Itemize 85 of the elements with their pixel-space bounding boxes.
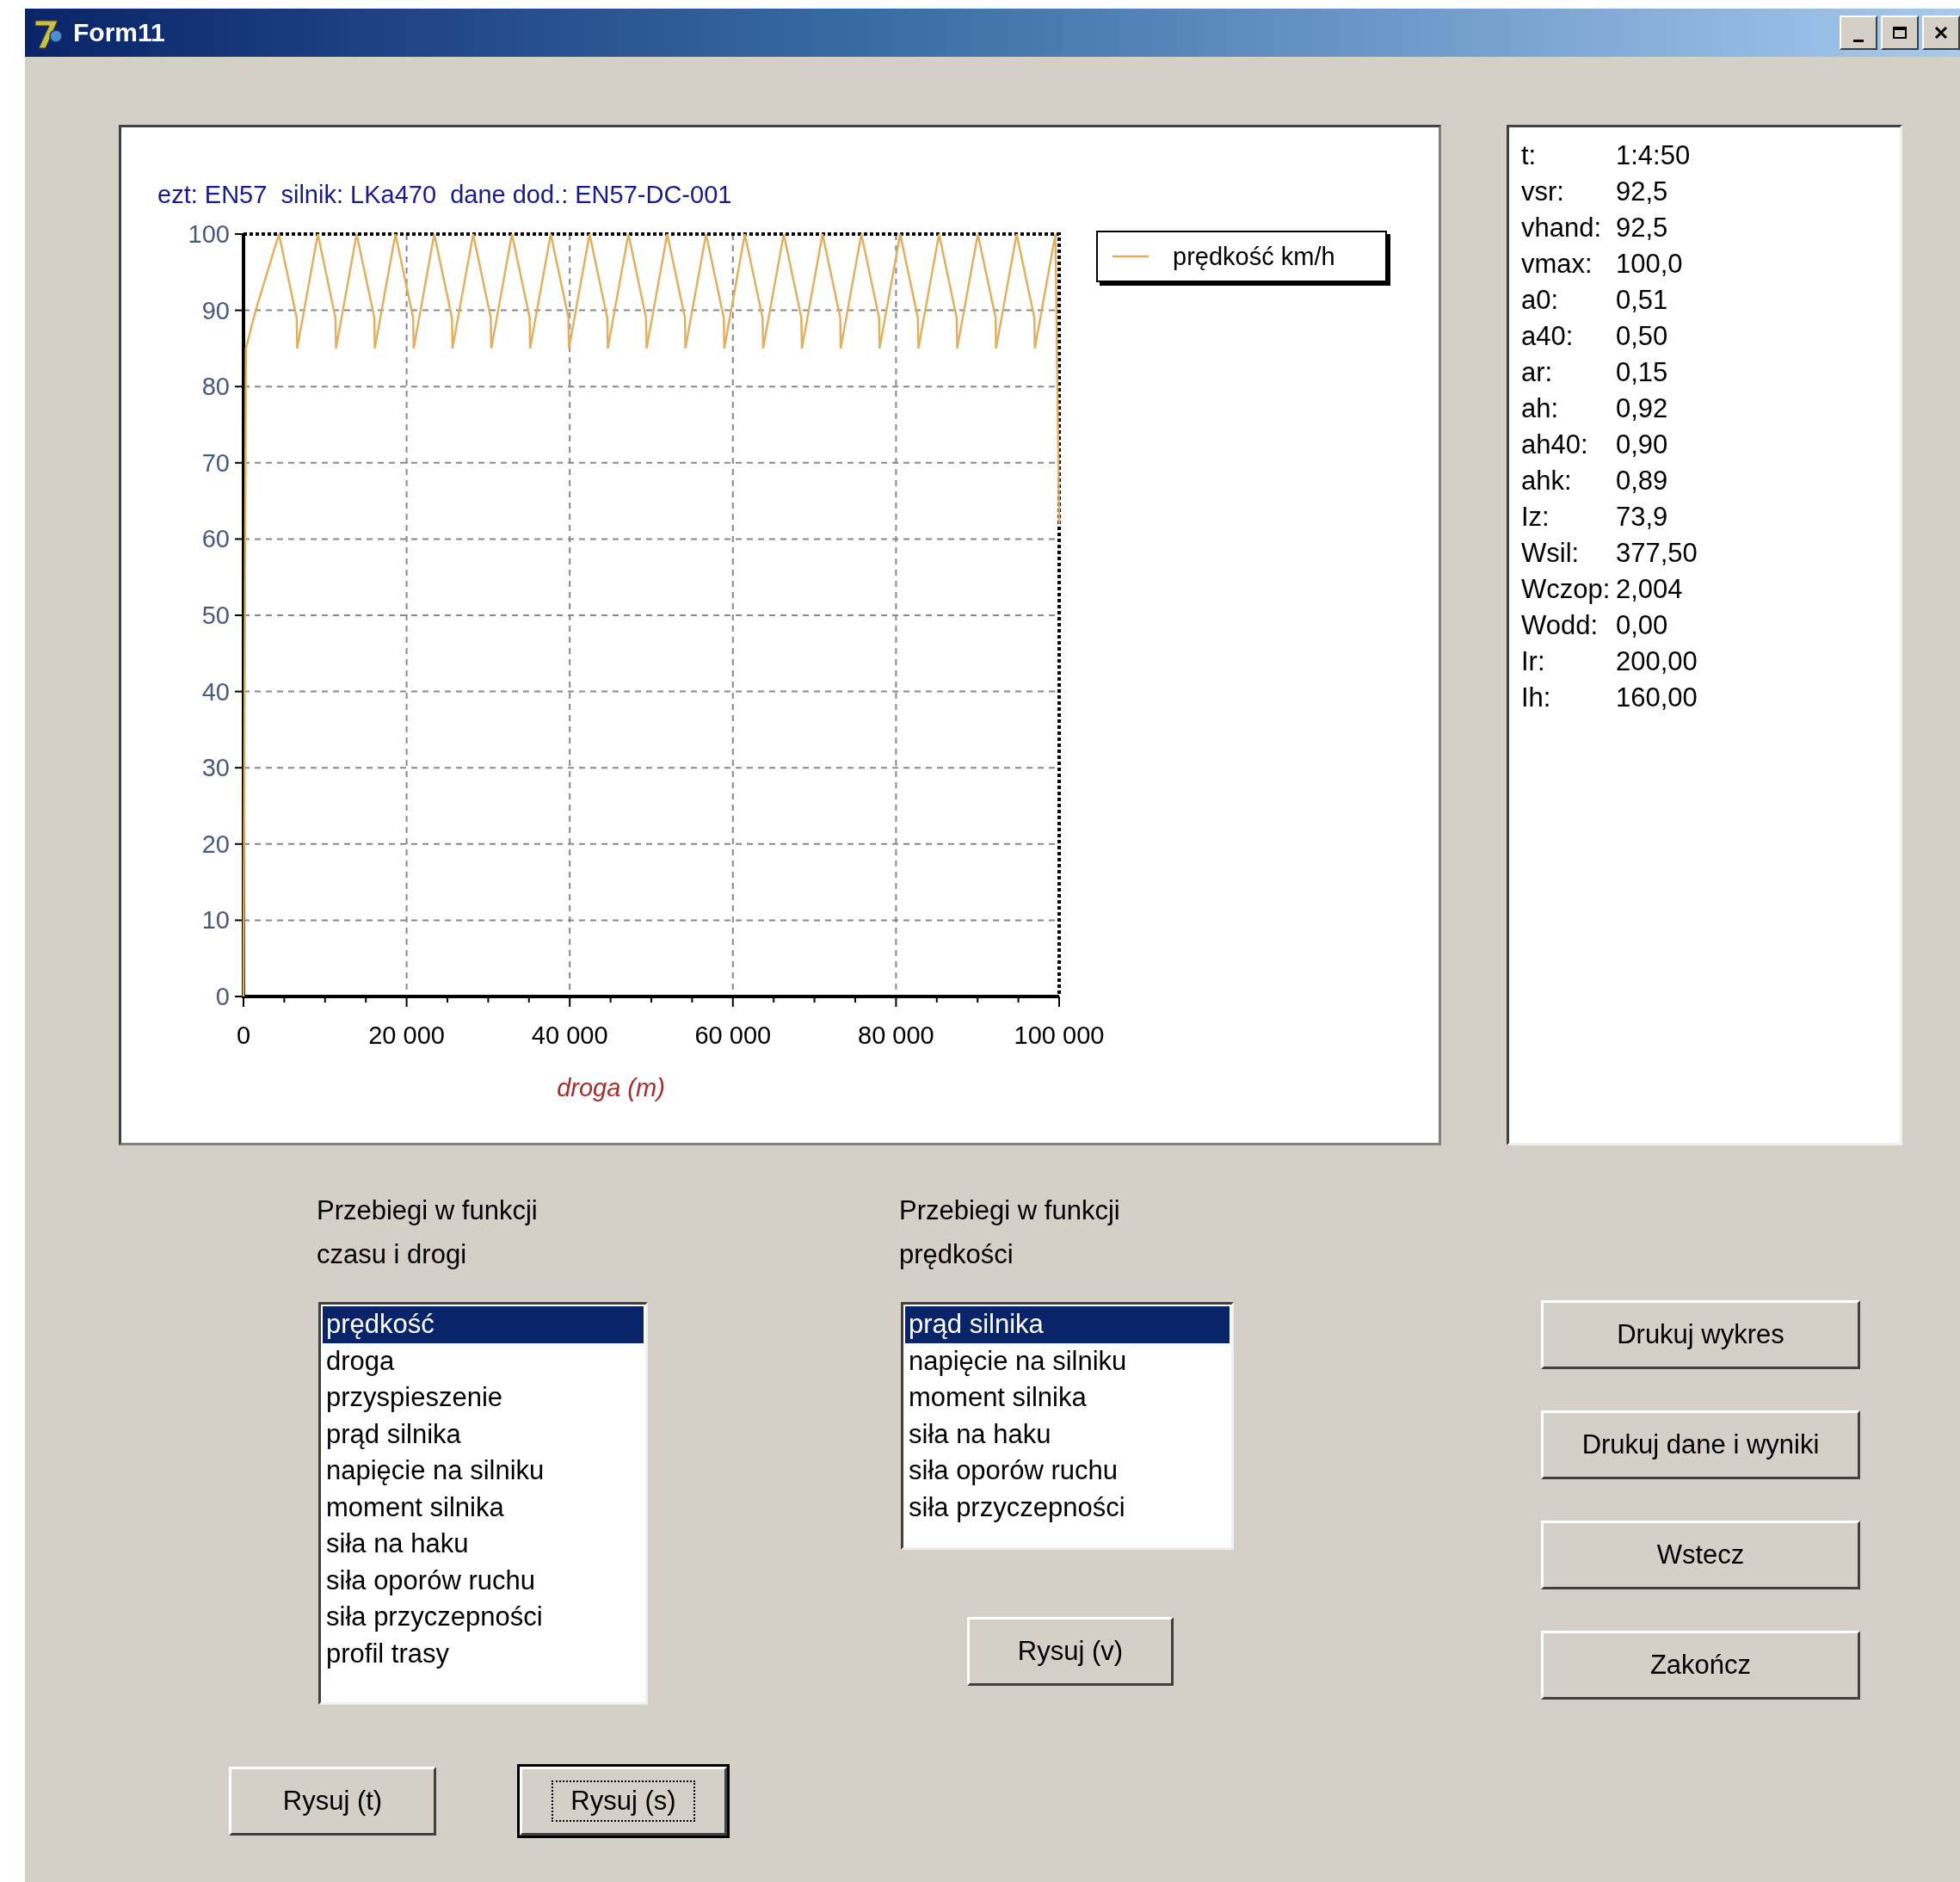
info-value: 160,00: [1616, 682, 1698, 713]
info-label: vhand:: [1521, 213, 1603, 244]
axis-title: droga (m): [557, 1074, 665, 1101]
legend-swatch: [1113, 255, 1149, 258]
info-label: Wczop:: [1521, 574, 1612, 605]
info-label: a40:: [1521, 321, 1575, 352]
info-value: 0,89: [1616, 466, 1668, 497]
list-heading: Przebiegi w funkcji prędkości: [899, 1194, 1121, 1271]
info-label: Ih:: [1521, 682, 1552, 713]
info-value: 0,00: [1616, 610, 1668, 641]
action-button[interactable]: Drukuj dane i wyniki: [1541, 1410, 1860, 1479]
list-item[interactable]: moment silnika: [905, 1379, 1230, 1416]
axis-tick-label: 100 000: [1014, 1021, 1105, 1049]
list-item[interactable]: siła oporów ruchu: [323, 1562, 644, 1599]
legend-label: prędkość km/h: [1173, 243, 1335, 270]
axis-tick-label: 20 000: [368, 1021, 445, 1049]
axis-tick-label: 0: [215, 983, 230, 1010]
list-item[interactable]: profil trasy: [323, 1635, 644, 1672]
axis-tick-label: 0: [236, 1021, 251, 1049]
axis-tick-label: 100: [188, 220, 230, 248]
info-label: ah40:: [1521, 429, 1589, 460]
axis-tick-label: 60: [201, 525, 230, 553]
axis-tick-label: 30: [201, 754, 230, 782]
info-label: ahk:: [1521, 466, 1573, 497]
info-label: ah:: [1521, 393, 1560, 424]
axis-tick-label: 50: [201, 602, 230, 629]
axis-tick-label: 60 000: [694, 1021, 772, 1049]
action-button[interactable]: Zakończ: [1541, 1631, 1860, 1700]
axis-tick-label: 70: [201, 448, 230, 477]
maximize-button[interactable]: [1881, 15, 1919, 50]
info-label: Wodd:: [1521, 610, 1599, 641]
info-value: 1:4:50: [1616, 140, 1691, 171]
info-value: 0,51: [1616, 285, 1668, 316]
list-item[interactable]: siła oporów ruchu: [905, 1453, 1230, 1490]
action-button[interactable]: Drukuj wykres: [1541, 1300, 1860, 1369]
axis-tick-label: 40: [201, 677, 230, 706]
axis-tick-label: 90: [201, 296, 230, 324]
draw-button[interactable]: Rysuj (v): [967, 1617, 1174, 1686]
info-value: 2,004: [1616, 574, 1683, 605]
list-item[interactable]: siła na haku: [323, 1526, 644, 1563]
info-value: 100,0: [1616, 249, 1683, 280]
info-label: vsr:: [1521, 176, 1565, 207]
info-label: ar:: [1521, 357, 1554, 388]
list-heading: Przebiegi w funkcji czasu i drogi: [317, 1194, 539, 1271]
close-icon: [1934, 26, 1948, 40]
list-item[interactable]: napięcie na silniku: [905, 1342, 1230, 1379]
maximize-icon: [1892, 26, 1908, 40]
window-title: Form11: [73, 18, 166, 47]
list-item[interactable]: siła przyczepności: [905, 1489, 1230, 1526]
minimize-button[interactable]: [1840, 15, 1877, 50]
list-item[interactable]: siła przyczepności: [323, 1599, 644, 1636]
info-label: t:: [1521, 140, 1538, 171]
info-label: Iz:: [1521, 502, 1550, 533]
axis-tick-label: 20: [201, 830, 230, 858]
info-value: 92,5: [1616, 213, 1668, 244]
list-item[interactable]: siła na haku: [905, 1416, 1230, 1453]
info-label: Wsil:: [1521, 538, 1581, 569]
info-value: 0,15: [1616, 357, 1668, 388]
info-label: a0:: [1521, 285, 1560, 316]
list-item[interactable]: prąd silnika: [323, 1416, 644, 1453]
info-value: 377,50: [1616, 538, 1698, 569]
list-item[interactable]: prędkość: [323, 1306, 644, 1343]
info-value: 0,92: [1616, 393, 1668, 424]
axis-tick-label: 40 000: [531, 1021, 608, 1049]
info-value: 0,50: [1616, 321, 1668, 352]
axis-tick-label: 80: [201, 373, 230, 401]
info-value: 0,90: [1616, 429, 1668, 460]
draw-button[interactable]: Rysuj (s): [520, 1767, 727, 1836]
action-button[interactable]: Wstecz: [1541, 1521, 1860, 1589]
info-value: 200,00: [1616, 646, 1698, 677]
info-value: 92,5: [1616, 176, 1668, 207]
chart-title: ezt: EN57 silnik: LKa470 dane dod.: EN57-DC-001: [157, 181, 732, 208]
minimize-icon: [1853, 39, 1864, 42]
list-item[interactable]: napięcie na silniku: [323, 1453, 644, 1490]
list-item[interactable]: przyspieszenie: [323, 1379, 644, 1416]
list-item[interactable]: droga: [323, 1342, 644, 1379]
list-item[interactable]: moment silnika: [323, 1489, 644, 1526]
axis-tick-label: 10: [201, 906, 230, 935]
close-button[interactable]: [1922, 15, 1960, 50]
draw-button[interactable]: Rysuj (t): [229, 1767, 436, 1836]
list-item[interactable]: prąd silnika: [905, 1306, 1230, 1343]
info-label: Ir:: [1521, 646, 1546, 677]
info-label: vmax:: [1521, 249, 1593, 280]
info-value: 73,9: [1616, 502, 1668, 533]
axis-tick-label: 80 000: [858, 1021, 934, 1049]
